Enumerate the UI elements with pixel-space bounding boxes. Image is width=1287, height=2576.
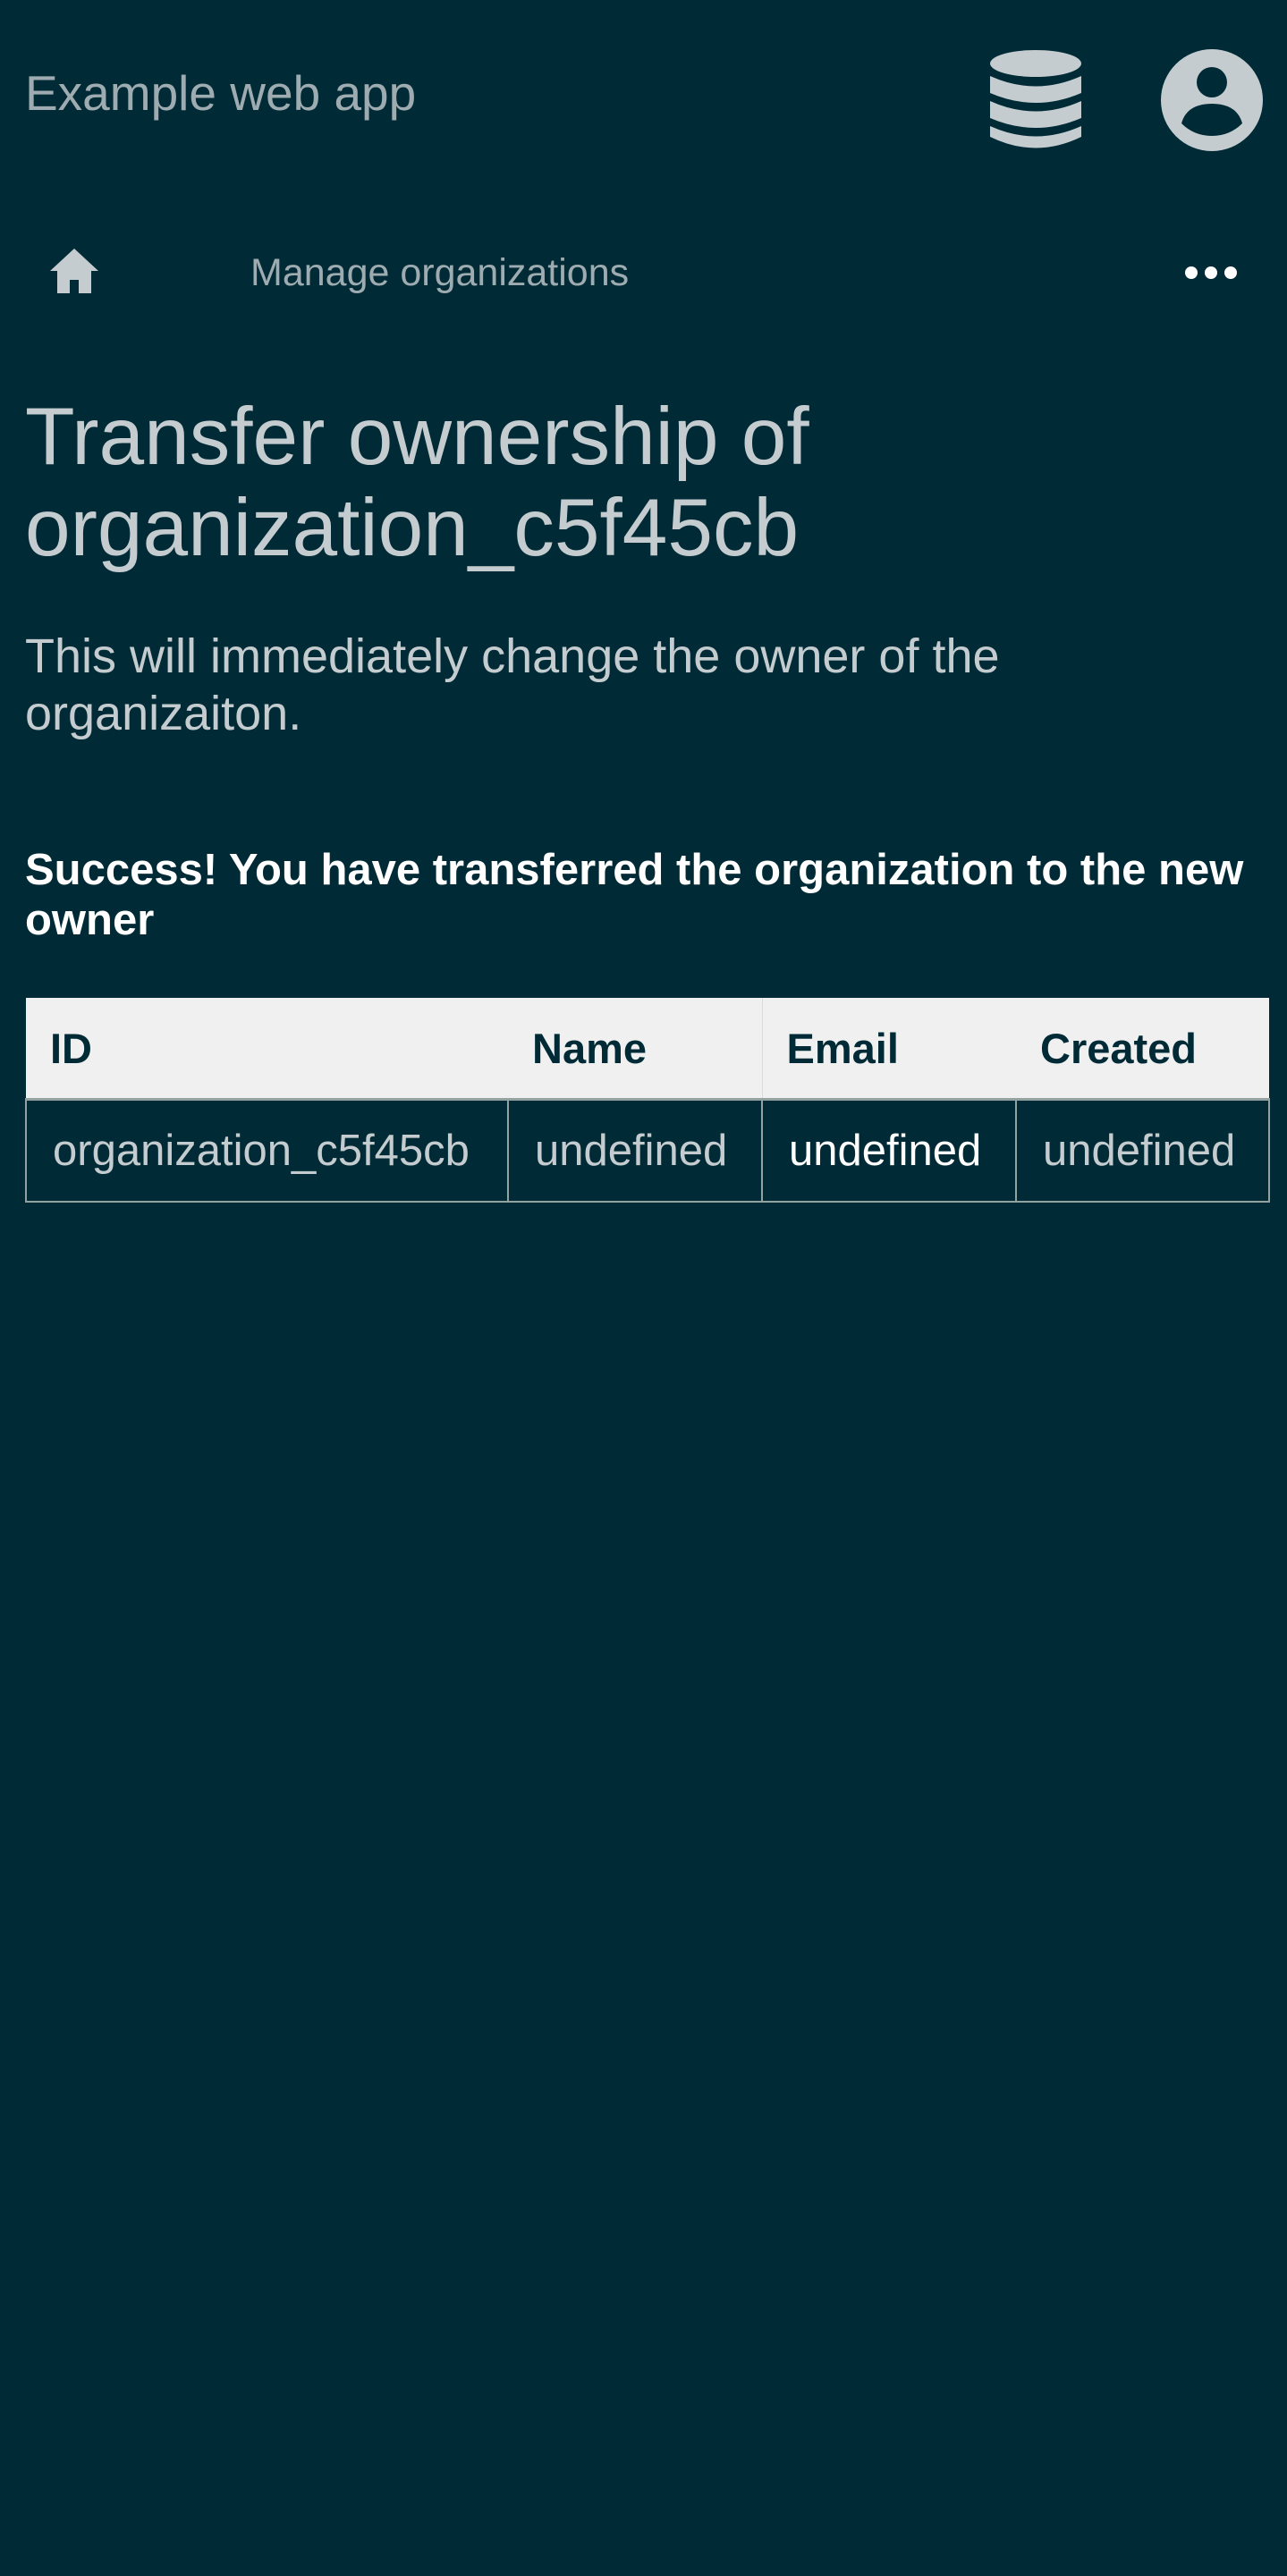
column-header-created: Created — [1016, 998, 1269, 1101]
account-circle-icon[interactable] — [1160, 48, 1264, 152]
home-icon[interactable] — [48, 246, 100, 296]
page-title: Transfer ownership of organization_c5f45… — [25, 392, 809, 573]
table-row: organization_c5f45cb undefined undefined… — [25, 1098, 1270, 1203]
organization-table: ID Name Email Created organization_c5f45… — [25, 998, 1270, 1203]
page-description: This will immediately change the owner o… — [25, 629, 1000, 740]
column-header-id: ID — [26, 998, 508, 1101]
app-header: Example web app — [0, 0, 1287, 192]
database-icon[interactable] — [988, 48, 1083, 152]
more-horizontal-icon[interactable] — [1184, 264, 1238, 282]
table-header-row: ID Name Email Created — [26, 998, 1269, 1101]
success-message: Success! You have transferred the organi… — [25, 846, 1244, 944]
cell-name: undefined — [507, 1098, 763, 1203]
cell-created: undefined — [1015, 1098, 1270, 1203]
manage-organizations-link[interactable]: Manage organizations — [250, 248, 629, 298]
column-header-name: Name — [508, 998, 762, 1101]
column-header-email: Email — [761, 998, 1016, 1101]
app-title-link[interactable]: Example web app — [25, 64, 416, 122]
cell-email: undefined — [761, 1098, 1017, 1203]
breadcrumb-nav: Manage organizations — [0, 228, 1287, 317]
cell-id: organization_c5f45cb — [25, 1098, 509, 1203]
